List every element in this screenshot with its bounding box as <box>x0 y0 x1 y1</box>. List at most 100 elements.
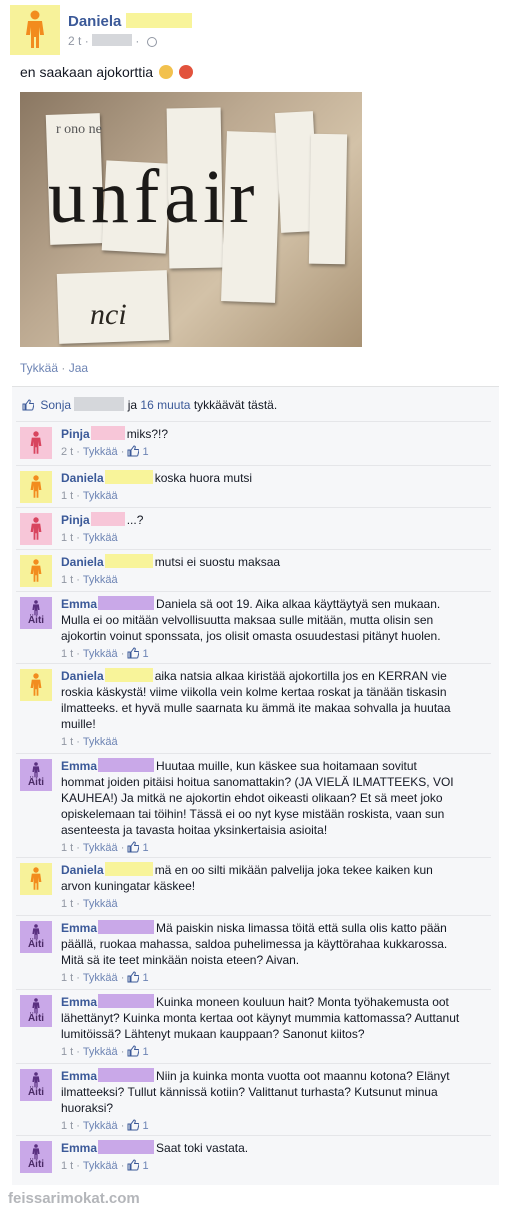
comment-time[interactable]: 1 t <box>61 574 73 586</box>
avatar-label: Äiti <box>27 1159 45 1170</box>
person-female-icon <box>30 559 42 582</box>
comment-body: Emma Daniela sä oot 19. Aika alkaa käyttä… <box>61 596 461 662</box>
comment-like-count[interactable]: 1 <box>142 1046 148 1058</box>
comment-text: Saat toki vastata. <box>156 1141 249 1155</box>
comment-avatar[interactable]: Äiti <box>20 759 52 791</box>
comment-author[interactable]: Emma <box>61 597 97 611</box>
comment-like-link[interactable]: Tykkää <box>83 532 118 544</box>
thumbs-up-icon <box>127 647 140 659</box>
comment-body: Daniela koska huora mutsi 1 t · Tykkää <box>61 470 461 504</box>
comment-like-link[interactable]: Tykkää <box>83 1160 118 1172</box>
share-link[interactable]: Jaa <box>69 361 88 375</box>
comment-avatar[interactable]: Äiti <box>20 995 52 1027</box>
comment-time[interactable]: 1 t <box>61 1160 73 1172</box>
comment-meta: 1 t · Tykkää <box>61 532 118 544</box>
comment-time[interactable]: 2 t <box>61 446 73 458</box>
paper-strip <box>308 133 348 265</box>
comment-like-count[interactable]: 1 <box>142 1120 148 1132</box>
author-avatar[interactable] <box>10 5 60 55</box>
comment-like-count[interactable]: 1 <box>142 842 148 854</box>
comment-like-link[interactable]: Tykkää <box>83 1046 118 1058</box>
comment-avatar[interactable] <box>20 669 52 701</box>
comment-author[interactable]: Daniela <box>61 555 104 569</box>
comment-author[interactable]: Daniela <box>61 669 104 683</box>
comments-panel: Sonja ja 16 muuta tykkäävät tästä. Pinja… <box>12 386 499 1185</box>
comment-body: Daniela mutsi ei suostu maksaa 1 t · Tykk… <box>61 554 461 588</box>
comment-author[interactable]: Emma <box>61 1141 97 1155</box>
comment-time[interactable]: 1 t <box>61 1120 73 1132</box>
photo-word: unfair <box>48 155 260 239</box>
comment-item: Äiti Emma Niin ja kuinka monta vuotta oot… <box>16 1063 491 1132</box>
comment-author[interactable]: Emma <box>61 921 97 935</box>
comment-like-link[interactable]: Tykkää <box>83 842 118 854</box>
others-link[interactable]: 16 muuta <box>140 398 190 412</box>
comment-author[interactable]: Pinja <box>61 427 90 441</box>
comment-avatar[interactable] <box>20 427 52 459</box>
comment-time[interactable]: 1 t <box>61 648 73 660</box>
comment-meta: 1 t · Tykkää · 1 <box>61 647 149 660</box>
comment-like-link[interactable]: Tykkää <box>83 898 118 910</box>
author-name-row: Daniela <box>68 13 192 30</box>
comment-avatar[interactable]: Äiti <box>20 921 52 953</box>
redacted-surname <box>104 554 153 568</box>
comment-like-link[interactable]: Tykkää <box>83 1120 118 1132</box>
likes-suffix: tykkäävät tästä. <box>193 398 278 412</box>
comment-like-link[interactable]: Tykkää <box>83 648 118 660</box>
comment-author[interactable]: Daniela <box>61 863 104 877</box>
comment-text: mutsi ei suostu maksaa <box>154 555 281 569</box>
comment-like-link[interactable]: Tykkää <box>83 972 118 984</box>
comment-avatar[interactable]: Äiti <box>20 1069 52 1101</box>
comment-author[interactable]: Emma <box>61 995 97 1009</box>
comment-time[interactable]: 1 t <box>61 1046 73 1058</box>
comment-author[interactable]: Emma <box>61 759 97 773</box>
comment-time[interactable]: 1 t <box>61 972 73 984</box>
comment-text: miks?!? <box>126 427 169 441</box>
person-female-icon <box>26 10 44 48</box>
comment-like-link[interactable]: Tykkää <box>83 736 118 748</box>
comment-item: Daniela mutsi ei suostu maksaa 1 t · Tykk… <box>16 549 491 587</box>
post-time[interactable]: 2 t <box>68 34 81 48</box>
comment-avatar[interactable] <box>20 471 52 503</box>
comment-avatar[interactable]: Äiti <box>20 1141 52 1173</box>
comment-body: Emma Saat toki vastata. 1 t · Tykkää · 1 <box>61 1140 461 1174</box>
person-female-icon <box>32 1144 40 1160</box>
redacted-location <box>92 34 133 46</box>
comment-author[interactable]: Emma <box>61 1069 97 1083</box>
angry-face-icon <box>178 65 193 79</box>
post-photo[interactable]: r ono ne unfair nci <box>20 92 362 347</box>
comment-item: Daniela aika natsia alkaa kiristää ajokor… <box>16 663 491 748</box>
post-meta: 2 t · · <box>68 34 157 48</box>
comment-time[interactable]: 1 t <box>61 842 73 854</box>
person-female-icon <box>32 924 40 940</box>
comment-like-link[interactable]: Tykkää <box>83 574 118 586</box>
comment-time[interactable]: 1 t <box>61 736 73 748</box>
comment-time[interactable]: 1 t <box>61 898 73 910</box>
comment-time[interactable]: 1 t <box>61 532 73 544</box>
comment-item: Äiti Emma Huutaa muille, kun käskee sua h… <box>16 753 491 854</box>
comment-author[interactable]: Pinja <box>61 513 90 527</box>
thumbs-up-icon <box>127 971 140 983</box>
liker-name[interactable]: Sonja <box>40 398 71 412</box>
comment-text: koska huora mutsi <box>154 471 253 485</box>
comment-body: Emma Niin ja kuinka monta vuotta oot maan… <box>61 1068 461 1134</box>
comment-body: Pinja miks?!? 2 t · Tykkää · 1 <box>61 426 461 460</box>
comment-like-count[interactable]: 1 <box>142 446 148 458</box>
comment-avatar[interactable] <box>20 863 52 895</box>
redacted-surname <box>104 668 153 682</box>
comment-like-count[interactable]: 1 <box>142 648 148 660</box>
redacted-surname <box>74 397 125 411</box>
person-female-icon <box>30 475 42 498</box>
comment-body: Emma Huutaa muille, kun käskee sua hoitam… <box>61 758 461 856</box>
comment-avatar[interactable]: Äiti <box>20 597 52 629</box>
comment-avatar[interactable] <box>20 555 52 587</box>
comment-avatar[interactable] <box>20 513 52 545</box>
comment-like-count[interactable]: 1 <box>142 972 148 984</box>
comment-like-count[interactable]: 1 <box>142 1160 148 1172</box>
comment-like-link[interactable]: Tykkää <box>83 446 118 458</box>
like-link[interactable]: Tykkää <box>20 361 58 375</box>
author-name[interactable]: Daniela <box>68 13 121 30</box>
comment-author[interactable]: Daniela <box>61 471 104 485</box>
globe-icon[interactable] <box>146 37 157 47</box>
comment-time[interactable]: 1 t <box>61 490 73 502</box>
comment-like-link[interactable]: Tykkää <box>83 490 118 502</box>
